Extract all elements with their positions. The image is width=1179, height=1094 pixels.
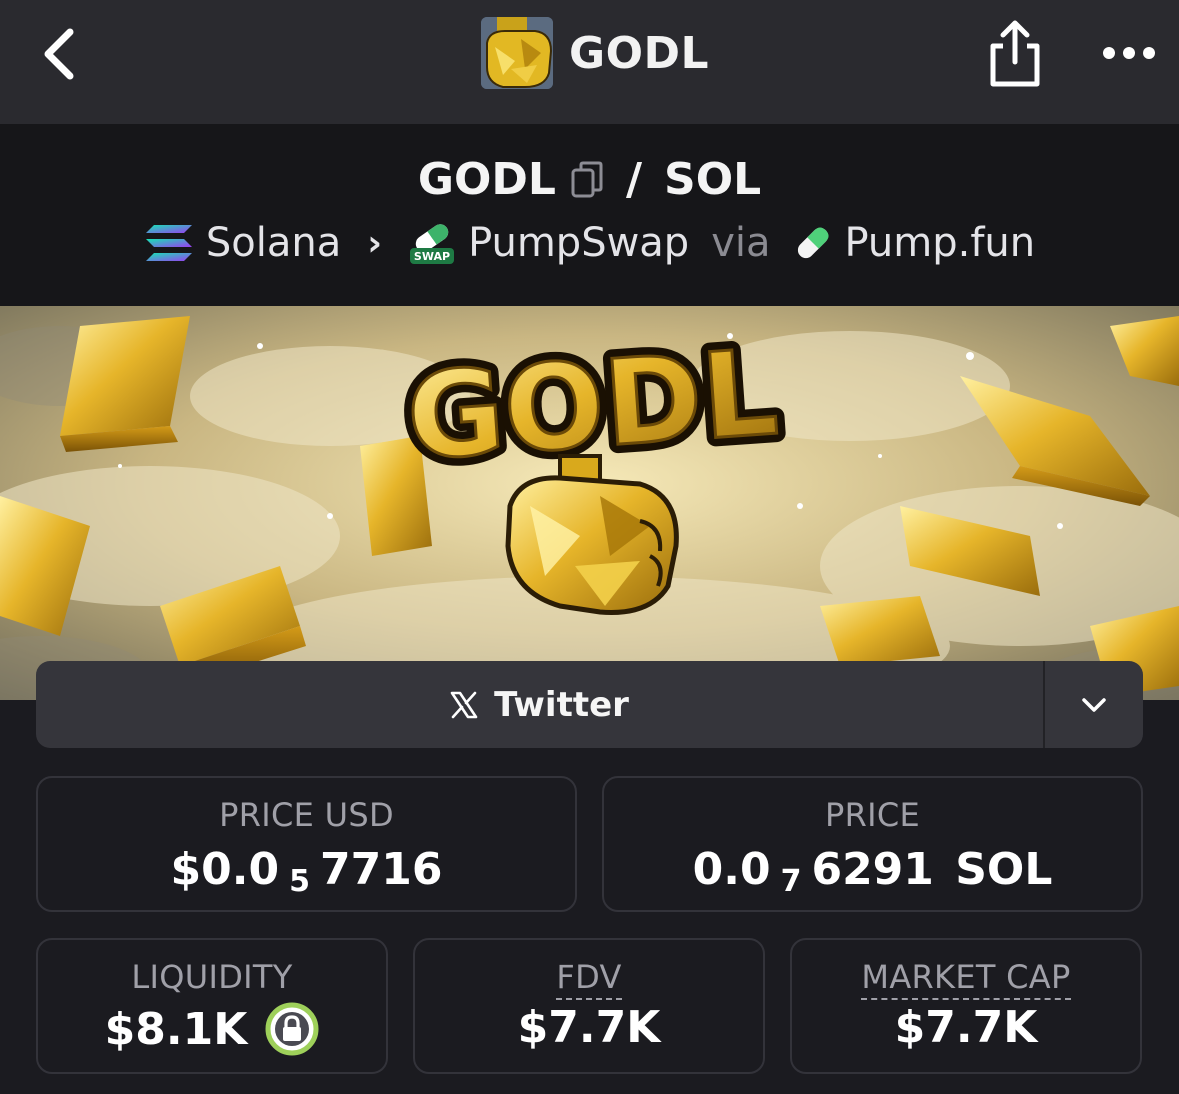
base-token-symbol: GODL <box>417 154 556 205</box>
page-title-group: GODL <box>481 17 709 89</box>
price-usd-zero-count: 5 <box>289 864 310 899</box>
more-dots-icon <box>1103 47 1155 59</box>
dex-name-link[interactable]: PumpSwap <box>468 220 689 266</box>
price-native-label: PRICE <box>824 796 921 834</box>
solana-icon <box>145 225 192 261</box>
twitter-label: Twitter <box>494 684 629 725</box>
price-native-prefix: 0.0 <box>692 844 771 895</box>
back-button[interactable] <box>36 26 86 82</box>
liquidity-lock-icon[interactable] <box>265 1002 319 1056</box>
market-cap-card[interactable]: MARKET CAP $7.7K <box>790 938 1142 1074</box>
token-banner-image: GODL GODL <box>0 306 1179 700</box>
x-logo-icon <box>450 691 478 718</box>
price-native-unit: SOL <box>939 844 1053 895</box>
market-cap-label: MARKET CAP <box>861 958 1071 1000</box>
top-nav-bar: GODL <box>0 0 1179 124</box>
liquidity-value: $8.1K <box>104 1003 248 1055</box>
liquidity-card: LIQUIDITY $8.1K <box>36 938 388 1074</box>
fdv-card[interactable]: FDV $7.7K <box>413 938 765 1074</box>
price-native-card: PRICE 0.0 7 6291 SOL <box>602 776 1143 912</box>
pumpfun-icon <box>797 227 829 259</box>
via-text: via <box>711 220 771 266</box>
fdv-label-wrap: FDV <box>415 958 763 1000</box>
fdv-label: FDV <box>556 958 622 1000</box>
socials-dropdown-toggle[interactable] <box>1043 661 1143 748</box>
launchpad-name-link[interactable]: Pump.fun <box>845 220 1036 266</box>
pumpswap-icon: SWAP <box>410 224 455 264</box>
twitter-link-button[interactable]: Twitter <box>36 661 1043 748</box>
market-cap-label-wrap: MARKET CAP <box>792 958 1140 1000</box>
share-button[interactable] <box>986 18 1044 90</box>
pair-header: GODL / SOL Solana › SWAP PumpSwap via Pu… <box>0 124 1179 306</box>
pair-title-row: GODL / SOL <box>0 154 1179 205</box>
price-native-value: 0.0 7 6291 SOL <box>604 844 1141 899</box>
route-row: Solana › SWAP PumpSwap via Pump.fun <box>0 220 1179 266</box>
pair-separator: / <box>625 154 643 205</box>
price-native-digits: 6291 <box>811 844 934 895</box>
token-avatar <box>481 17 553 89</box>
chain-name-link[interactable]: Solana <box>206 220 341 266</box>
fdv-value: $7.7K <box>517 1002 661 1053</box>
price-usd-prefix: $0.0 <box>170 844 280 895</box>
liquidity-label: LIQUIDITY <box>131 958 293 996</box>
chevron-left-icon <box>44 28 74 80</box>
svg-text:SWAP: SWAP <box>414 250 450 263</box>
more-options-button[interactable] <box>1100 40 1158 66</box>
copy-icon[interactable] <box>570 160 604 200</box>
quote-token-symbol: SOL <box>664 154 762 205</box>
price-usd-label: PRICE USD <box>219 796 394 834</box>
market-cap-value: $7.7K <box>894 1002 1038 1053</box>
chevron-right-icon: › <box>367 222 383 264</box>
share-icon <box>990 20 1040 87</box>
price-usd-value: $0.0 5 7716 <box>38 844 575 899</box>
price-native-zero-count: 7 <box>780 864 802 899</box>
social-links-bar: Twitter <box>36 661 1143 748</box>
liquidity-value-row: $8.1K <box>38 1002 386 1056</box>
chevron-down-icon <box>1082 697 1106 712</box>
price-usd-card: PRICE USD $0.0 5 7716 <box>36 776 577 912</box>
price-usd-digits: 7716 <box>319 844 443 895</box>
page-title: GODL <box>569 27 710 79</box>
